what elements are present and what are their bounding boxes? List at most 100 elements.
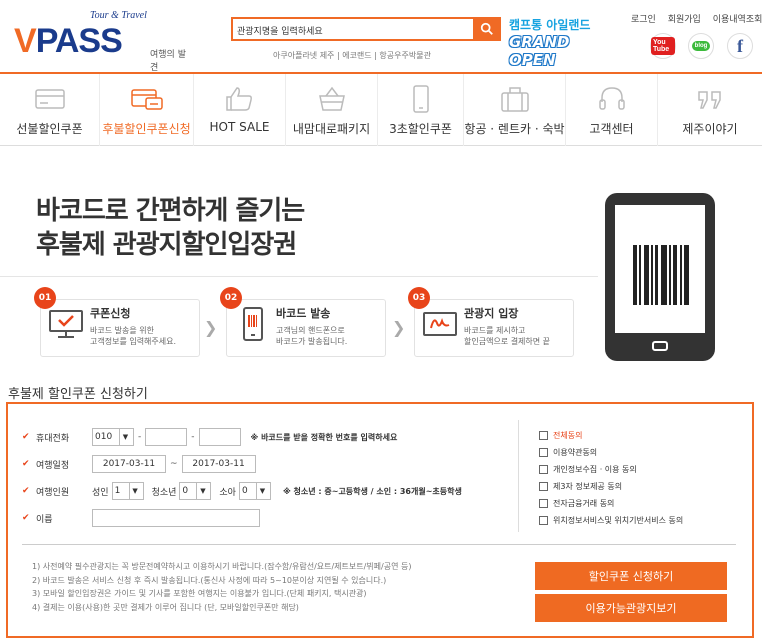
agree-third-party-checkbox[interactable]: 제3자 정보제공 동의 [539,478,683,495]
agree-privacy-checkbox[interactable]: 개인정보수집 · 이용 동의 [539,461,683,478]
step-title: 관광지 입장 [464,307,519,320]
signup-link[interactable]: 회원가입 [668,15,701,25]
required-check-icon: ✔ [22,513,30,523]
hero-title: 바코드로 간편하게 즐기는 후불제 관광지할인입장권 [36,196,305,260]
usage-history-link[interactable]: 이용내역조회 [713,15,762,25]
date-from-input[interactable]: 2017-03-11 [92,455,166,473]
people-label: 여행인원 [36,487,70,498]
date-row: ✔ 여행일정 2017-03-11 ~ 2017-03-11 [22,454,256,474]
phone-note: ※ 바코드를 받을 정확한 번호를 입력하세요 [250,432,398,442]
site-logo[interactable]: Tour & Travel VPASS 여행의 발견 [14,10,189,73]
phone-middle-input[interactable] [145,428,188,446]
agree-terms-checkbox[interactable]: 이용약관동의 [539,444,683,461]
nav-item-jeju-story[interactable]: 제주이야기 [658,74,762,146]
basket-icon [318,86,345,111]
step-1: 01 쿠폰신청 바코드 발송을 위한 고객정보를 입력해주세요. [34,287,200,365]
quote-icon [698,91,721,109]
step-3: 03 관광지 입장 바코드를 제시하고 할인금액으로 결제하면 끝 [408,287,574,365]
child-label: 소아 [219,487,236,498]
section-title: 후불제 할인쿠폰 신청하기 [8,387,148,402]
notice-item: 3) 모바일 할인입장권은 가이드 및 기사를 포함한 여행지는 이용불가 입니… [32,589,367,598]
main-nav: 선불할인쿠폰 후불할인쿠폰신청 HOT SALE 내맘대로패키지 3초할인쿠폰 … [0,74,762,146]
youtube-button[interactable]: You Tube [650,33,676,59]
people-row: ✔ 여행인원 성인 1 ▼ 청소년 0 ▼ 소아 0 ▼ ※ 청소년 : 중~고등학생… [22,481,462,501]
nav-item-hot-sale[interactable]: HOT SALE [194,74,286,146]
phone-last-input[interactable] [198,428,241,446]
home-button-icon [652,341,668,351]
notice-item: 1) 사전예약 필수관광지는 꼭 방문전예약하시고 이용하시기 바랍니다.(잠수… [32,562,412,571]
child-count-select[interactable]: 0 ▼ [238,482,271,500]
hero-divider [0,276,598,277]
nav-item-custom-package[interactable]: 내맘대로패키지 [286,74,378,146]
search-icon [480,22,493,35]
required-check-icon: ✔ [22,486,30,496]
promo-line2: GRAND OPEN [509,33,570,69]
name-input[interactable] [92,509,260,527]
people-note: ※ 청소년 : 중~고등학생 / 소인 : 36개월~초등학생 [282,486,462,496]
card-icon [34,89,65,109]
facebook-icon: f [737,35,743,56]
nav-item-customer-center[interactable]: 고객센터 [566,74,658,146]
logo-text: VPASS [14,22,123,60]
nav-item-postpaid-coupon[interactable]: 후불할인쿠폰신청 [100,74,194,146]
phone-row: ✔ 휴대전화 010 ▼ - - ※ 바코드를 받을 정확한 번호를 입력하세요 [22,427,397,447]
notice-list: 1) 사전예약 필수관광지는 꼭 방문전예약하시고 이용하시기 바랍니다.(잠수… [32,560,411,614]
headset-icon [598,87,625,110]
name-label: 이름 [36,514,53,525]
step-desc: 바코드를 제시하고 할인금액으로 결제하면 끝 [464,326,551,346]
logo-tagline: Tour & Travel [90,10,147,21]
step-arrow: ❯ [392,318,406,337]
required-check-icon: ✔ [22,459,30,469]
form-divider-vertical [518,420,519,532]
phone-barcode-icon [243,307,263,341]
step-desc: 고객님의 핸드폰으로 바코드가 발송됩니다. [276,326,348,346]
step-title: 쿠폰신청 [90,307,131,320]
required-check-icon: ✔ [22,432,30,442]
phone-illustration [605,193,715,361]
blog-button[interactable]: blog [688,33,714,59]
agree-location-checkbox[interactable]: 위치정보서비스및 위치기반서비스 동의 [539,512,683,529]
page: Tour & Travel VPASS 여행의 발견 아쿠아플라넷 제주 | 에… [0,0,762,643]
search-button[interactable] [473,17,501,41]
youth-count-select[interactable]: 0 ▼ [179,482,212,500]
apply-coupon-button[interactable]: 할인쿠폰 신청하기 [535,562,727,590]
nav-item-air-rent-stay[interactable]: 항공 · 렌트카 · 숙박 [464,74,566,146]
logo-subtitle: 여행의 발견 [150,50,186,73]
login-link[interactable]: 로그인 [631,15,656,25]
agreement-list: 전체동의 이용약관동의 개인정보수집 · 이용 동의 제3자 정보제공 동의 전… [539,427,683,529]
nav-item-3sec-coupon[interactable]: 3초할인쿠폰 [378,74,464,146]
agree-all-checkbox[interactable]: 전체동의 [539,427,683,444]
thumbs-up-icon [225,87,252,111]
step-number: 02 [220,287,242,309]
blog-icon: blog [691,41,711,51]
search-input[interactable] [233,20,471,41]
step-number: 03 [408,287,430,309]
youth-label: 청소년 [151,487,177,498]
step-arrow: ❯ [204,318,218,337]
chevron-down-icon: ▼ [255,483,268,499]
promo-banner[interactable]: 캠프통 아일랜드 GRAND OPEN [509,16,621,69]
view-attractions-button[interactable]: 이용가능관광지보기 [535,594,727,622]
promo-line1: 캠프통 아일랜드 [509,18,591,32]
step-title: 바코드 발송 [276,307,331,320]
adult-count-select[interactable]: 1 ▼ [111,482,144,500]
notice-item: 4) 결제는 이용(사용)한 곳만 결제가 이루어 집니다 (단, 모바일할인쿠… [32,602,299,612]
phone-prefix-select[interactable]: 010 ▼ [92,428,134,446]
mobile-icon [412,85,429,113]
date-to-input[interactable]: 2017-03-11 [181,455,256,473]
nav-item-prepaid-coupon[interactable]: 선불할인쿠폰 [0,74,100,146]
chevron-down-icon: ▼ [128,483,141,499]
search-suggestions[interactable]: 아쿠아플라넷 제주 | 에코랜드 | 항공우주박물관 [273,50,431,61]
monitor-check-icon [49,310,83,338]
adult-label: 성인 [92,487,109,498]
agree-e-finance-checkbox[interactable]: 전자금융거래 동의 [539,495,683,512]
facebook-button[interactable]: f [727,33,753,59]
barcode-icon [633,245,689,305]
search-bar [231,17,501,41]
form-divider-horizontal [22,544,736,545]
name-row: ✔ 이름 [22,508,260,528]
date-label: 여행일정 [36,460,70,471]
step-desc: 바코드 발송을 위한 고객정보를 입력해주세요. [90,326,177,346]
top-links: 로그인 회원가입 이용내역조회 [631,12,762,25]
phone-label: 휴대전화 [36,433,70,444]
